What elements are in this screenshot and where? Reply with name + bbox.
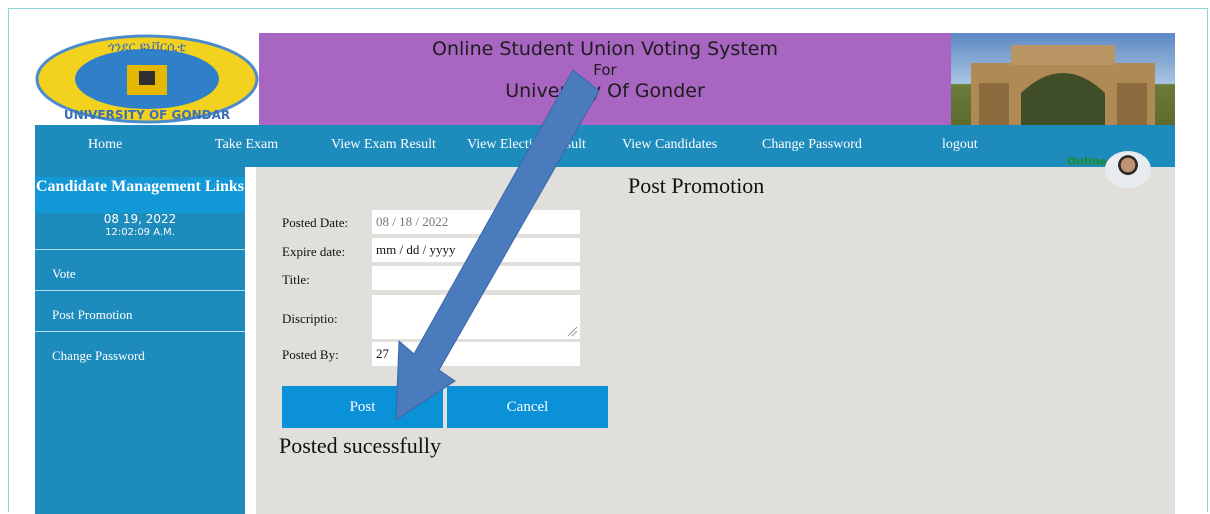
title-input[interactable] [372, 266, 580, 290]
description-textarea[interactable] [372, 295, 580, 339]
post-button[interactable]: Post [282, 386, 443, 428]
banner-title: Online Student Union Voting System [432, 38, 778, 60]
nav-view-election-result[interactable]: View Election Result [467, 137, 586, 153]
posted-date-label: Posted Date: [282, 215, 349, 230]
sidebar-datetime: 08 19, 2022 12:02:09 A.M. [35, 213, 245, 239]
title-label: Title: [282, 272, 310, 287]
banner-university: University Of Gonder [505, 80, 705, 102]
nav-home[interactable]: Home [88, 137, 122, 153]
sidebar-item-vote[interactable]: Vote [35, 249, 245, 289]
page-title: Post Promotion [628, 173, 765, 198]
top-nav: Home Take Exam View Exam Result View Ele… [35, 125, 1175, 167]
nav-view-exam-result[interactable]: View Exam Result [331, 137, 436, 153]
resize-handle-icon[interactable] [566, 325, 578, 337]
banner-for: For [593, 61, 617, 79]
user-avatar[interactable] [1105, 151, 1151, 188]
logo-text-top: ጎንደር ዩኒቨርሲቲ [108, 40, 186, 55]
sidebar-time: 12:02:09 A.M. [105, 227, 175, 238]
sidebar: Candidate Management Links 08 19, 2022 1… [35, 167, 245, 514]
university-logo: ጎንደር ዩኒቨርሲቲ UNIVERSITY OF GONDAR [35, 33, 259, 125]
sidebar-item-post-promotion[interactable]: Post Promotion [35, 290, 245, 330]
header: ጎንደር ዩኒቨርሲቲ UNIVERSITY OF GONDAR Online … [35, 33, 1175, 125]
nav-logout[interactable]: logout [942, 137, 978, 153]
online-status: Online [1067, 155, 1108, 168]
posted-date-field[interactable]: 08 / 18 / 2022 [372, 210, 580, 234]
sidebar-heading: Candidate Management Links [35, 177, 245, 213]
expire-date-field[interactable]: mm / dd / yyyy [372, 238, 580, 262]
nav-change-password[interactable]: Change Password [762, 137, 862, 153]
site-banner: Online Student Union Voting System For U… [259, 33, 951, 125]
status-message: Posted sucessfully [279, 433, 441, 458]
campus-gate-image [951, 33, 1175, 125]
expire-date-label: Expire date: [282, 244, 346, 259]
posted-by-label: Posted By: [282, 347, 339, 362]
sidebar-date: 08 19, 2022 [103, 212, 177, 226]
nav-view-candidates[interactable]: View Candidates [622, 137, 717, 153]
nav-take-exam[interactable]: Take Exam [215, 137, 278, 153]
logo-text-bottom: UNIVERSITY OF GONDAR [64, 108, 230, 122]
sidebar-item-change-password[interactable]: Change Password [35, 331, 245, 371]
cancel-button[interactable]: Cancel [447, 386, 608, 428]
posted-by-field[interactable]: 27 [372, 342, 580, 366]
description-label: Discriptio: [282, 311, 338, 326]
